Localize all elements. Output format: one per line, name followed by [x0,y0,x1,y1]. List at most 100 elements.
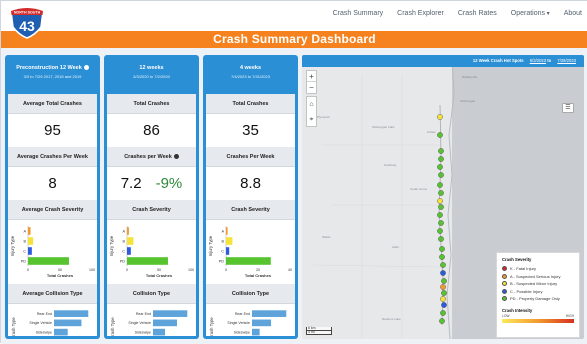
severity-x-tick: 20 [256,268,260,272]
total-crashes-value: 95 [8,114,97,147]
severity-x-tick: 0 [225,268,227,272]
nav-operations-dropdown[interactable]: Operations [511,10,550,17]
column-body: Average Total Crashes 95 Average Crashes… [8,94,97,336]
severity-category-label: PD [21,259,27,263]
crash-point [437,164,443,170]
total-crashes-value: 86 [107,114,196,147]
severity-x-axis-label: Total Crashes [146,273,173,278]
crashes-per-week-value: 7.2 -9% [107,167,196,200]
layer-list-button[interactable]: ☰ [562,103,574,113]
severity-x-tick: 100 [188,268,194,272]
legend-title: Crash Severity [502,257,532,262]
section-heading: Crash Severity [107,200,196,220]
main-nav: Crash Summary Crash Explorer Crash Rates… [333,10,582,17]
intensity-high: HIGH [565,313,574,318]
crash-point [441,290,447,296]
map-scale-bar: 6 km 4 mi [306,326,332,335]
column-header: 4 weeks 7/4/2023 to 7/31/2023 [206,58,295,94]
map-end-date[interactable]: 7/29/2023 [557,58,576,63]
collision-type-chart[interactable]: Crash Type Rear End Single Vehicle Sideswip… [8,304,97,336]
map-start-date[interactable]: 6/3/2023 [530,58,546,63]
nav-crash-rates[interactable]: Crash Rates [458,10,497,17]
section-heading: Collision Type [107,284,196,304]
severity-bar [226,257,271,265]
total-crashes-value: 35 [206,114,295,147]
page-title: Crash Summary Dashboard [1,31,587,48]
severity-category-label: A [122,229,125,233]
nav-about[interactable]: About [564,10,582,17]
collision-chart-svg: Crash Type Rear End Single Vehicle Sideswip… [110,310,188,336]
summary-column-preconstruction: Preconstruction 12 Week 3/3 to 7/29 2017… [5,55,100,339]
severity-chart-svg: Injury Type A B C PD 0 20 40 Total Crashes [208,226,292,278]
collision-category-label: Single Vehicle [227,321,250,325]
collision-category-label: Single Vehicle [128,321,151,325]
home-icon[interactable]: ⌂ [307,97,316,112]
crash-hotspot-map[interactable]: 12 Week Crash Hot Spots 6/3/2023 to 7/29… [302,55,584,339]
crash-points [437,114,447,324]
severity-category-label: A [221,229,224,233]
severity-category-label: B [23,239,26,243]
collision-category-label: Single Vehicle [29,321,52,325]
crash-point [437,198,443,204]
crash-severity-chart[interactable]: Injury Type A B C PD 0 20 40 Total Crashes [206,220,295,284]
locate-icon[interactable]: ⌖ [307,112,316,127]
severity-axis-label: Injury Type [109,235,114,256]
map-place-label: Cedar Grove [410,187,428,191]
collision-category-label: Rear End [235,312,250,316]
column-subtitle: 3/3 to 7/29 2017, 2018 and 2019 [23,74,82,79]
crash-point [441,278,447,284]
intensity-title: Crash Intensity [502,307,533,313]
logo-top-text: NORTH SOUTH [14,11,41,15]
nav-crash-summary[interactable]: Crash Summary [333,10,384,17]
crash-severity-chart[interactable]: Injury Type A B C PD 0 50 100 Total Crashes [8,220,97,284]
column-body: Total Crashes 86 Crashes per Week 7.2 -9%… [107,94,196,336]
collision-axis-label: Crash Type [110,317,115,336]
collision-type-chart[interactable]: Crash Type Rear End Single Vehicle Sideswip… [206,304,295,336]
collision-axis-label: Crash Type [11,317,16,336]
zoom-in-button[interactable]: + [307,71,316,82]
column-body: Total Crashes 35 Crashes Per Week 8.8 Cr… [206,94,295,336]
info-icon[interactable] [83,65,89,71]
zoom-out-button[interactable]: − [307,82,316,93]
crash-severity-chart[interactable]: Injury Type A B C PD 0 50 100 Total Crashes [107,220,196,284]
section-heading-label: Crashes per Week [124,154,172,160]
crash-point [440,296,446,302]
column-title: 12 weeks [139,65,164,71]
section-heading: Crashes Per Week [206,147,295,167]
collision-category-label: Rear End [136,312,151,316]
collision-bar [252,319,272,327]
crash-point [438,156,444,162]
severity-x-tick: 50 [157,268,161,272]
crashes-per-week-number: 8 [48,175,57,192]
map-tools: ⌂ ⌖ [306,96,317,127]
crash-point [437,228,443,234]
collision-bar [153,310,188,317]
map-place-label: Sheboygan Falls [372,125,395,129]
map-date-sep: to [547,58,552,63]
severity-bar [28,247,32,255]
top-navbar: NORTH SOUTH 43 Crash Summary Crash Explo… [1,1,587,39]
crash-point [438,204,444,210]
section-heading: Average Total Crashes [8,94,97,114]
collision-bar [153,319,177,327]
i43-shield-logo[interactable]: NORTH SOUTH 43 [7,3,47,39]
map-place-label: Waldo [322,235,331,239]
info-icon[interactable] [173,154,179,160]
collision-category-label: Rear End [37,312,52,316]
zoom-controls: + − [306,70,317,94]
nav-crash-explorer[interactable]: Crash Explorer [397,10,444,17]
intensity-gradient [502,318,574,323]
crash-point [440,284,446,290]
severity-bar [127,257,168,265]
summary-column-4-weeks: 4 weeks 7/4/2023 to 7/31/2023 Total Cras… [203,55,298,339]
legend-dot [502,273,507,279]
total-crashes-number: 35 [242,122,259,139]
map-place-label: Bradleyville [462,75,478,79]
section-heading: Collision Type [206,284,295,304]
crashes-per-week-number: 7.2 [120,175,142,192]
severity-bar [226,227,228,235]
severity-category-label: PD [120,259,126,263]
severity-axis-label: Injury Type [208,235,213,256]
total-crashes-number: 95 [44,122,61,139]
collision-type-chart[interactable]: Crash Type Rear End Single Vehicle Sideswip… [107,304,196,336]
